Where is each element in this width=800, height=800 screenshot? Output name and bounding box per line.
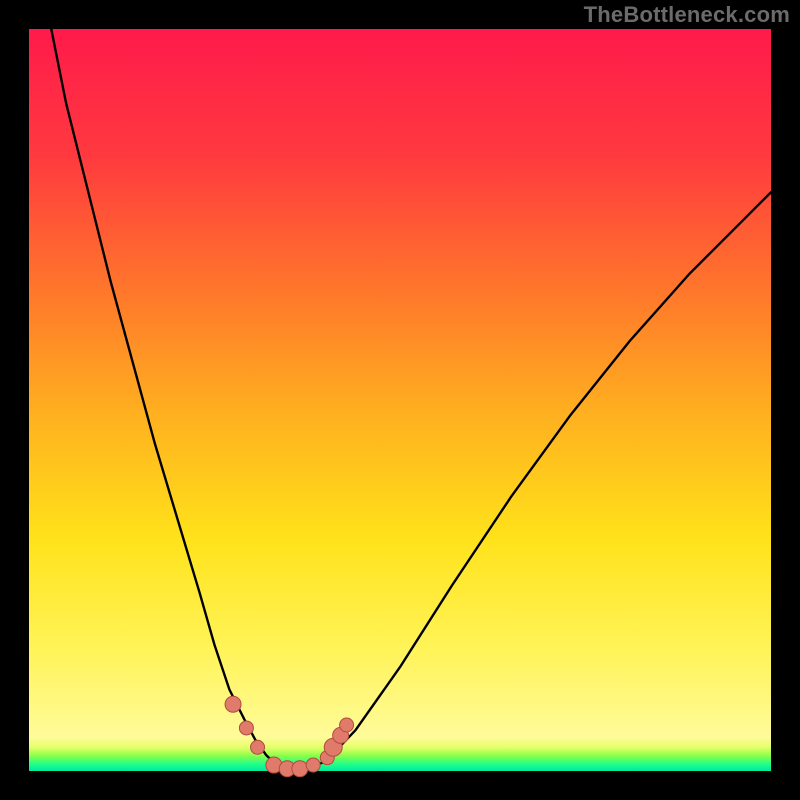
plot-area [29,29,771,777]
attribution-text: TheBottleneck.com [584,2,790,28]
chart-stage: TheBottleneck.com [0,0,800,800]
v-curve-chart [0,0,800,800]
